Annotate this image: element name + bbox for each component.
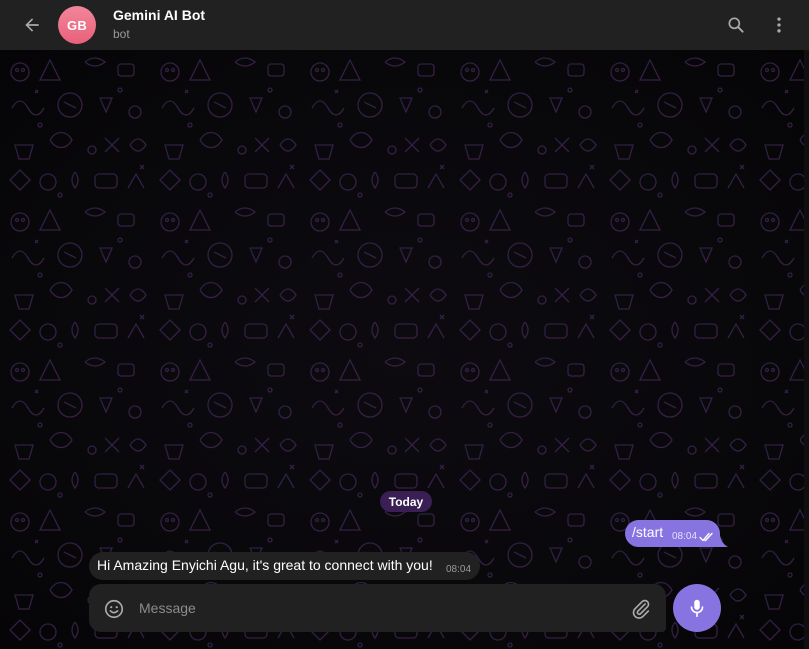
message-input[interactable] [139,596,619,620]
outgoing-message-text: /start [632,524,664,540]
smiley-icon [104,599,124,619]
chat-header: GB Gemini AI Bot bot [0,0,809,50]
incoming-message-time: 08:04 [446,564,472,575]
more-button[interactable] [765,11,793,39]
double-check-icon [699,532,713,542]
date-separator[interactable]: Today [380,491,432,512]
chat-subtitle: bot [113,27,130,41]
attach-button[interactable] [628,596,654,622]
avatar[interactable]: GB [58,6,96,44]
telegram-chat-window: GB Gemini AI Bot bot Today /start 08:04 … [0,0,809,649]
chat-title[interactable]: Gemini AI Bot [113,7,205,23]
incoming-message-text: Hi Amazing Enyichi Agu, it's great to co… [97,557,433,573]
arrow-back-icon [25,18,39,32]
back-button[interactable] [18,11,46,39]
search-icon [728,17,744,33]
search-button[interactable] [722,11,750,39]
microphone-icon [690,599,704,618]
more-vertical-icon [777,17,781,33]
outgoing-message-time: 08:04 [672,531,698,542]
scrollbar-track[interactable] [804,50,809,649]
paperclip-icon [632,599,650,619]
voice-record-button[interactable] [673,584,721,632]
emoji-button[interactable] [101,596,127,622]
